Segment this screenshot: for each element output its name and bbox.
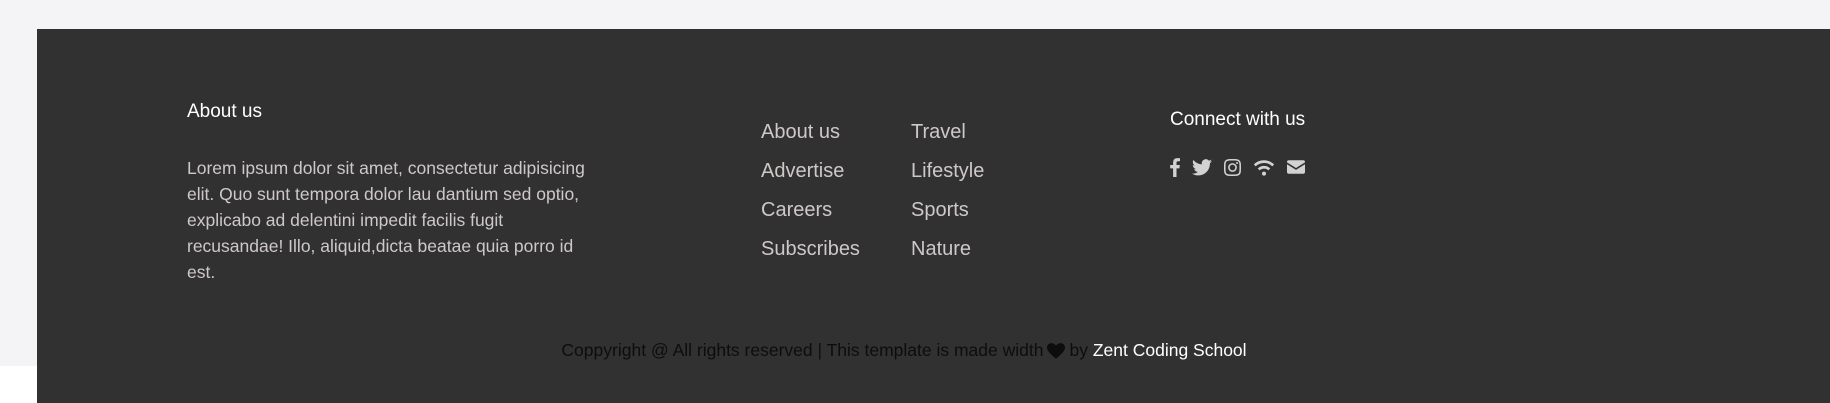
instagram-icon[interactable]	[1224, 156, 1241, 178]
footer-link-lifestyle[interactable]: Lifestyle	[911, 152, 984, 191]
footer-link-advertise[interactable]: Advertise	[761, 152, 860, 191]
about-heading: About us	[187, 101, 262, 122]
about-text: Lorem ipsum dolor sit amet, consectetur …	[187, 158, 585, 282]
footer-link-sports[interactable]: Sports	[911, 191, 984, 230]
rss-wifi-icon[interactable]	[1253, 156, 1275, 178]
connect-heading: Connect with us	[1170, 109, 1306, 130]
author-link[interactable]: Zent Coding School	[1093, 340, 1247, 360]
site-footer: About us Lorem ipsum dolor sit amet, con…	[37, 29, 1830, 403]
envelope-icon[interactable]	[1287, 156, 1305, 178]
social-links	[1170, 156, 1305, 178]
heart-icon	[1047, 343, 1066, 359]
facebook-icon[interactable]	[1170, 156, 1180, 178]
twitter-icon[interactable]	[1192, 156, 1212, 178]
footer-link-about-us[interactable]: About us	[761, 113, 860, 152]
footer-links-column-2: Travel Lifestyle Sports Nature	[911, 113, 984, 269]
copyright-text: Coppyright @ All rights reserved | This …	[561, 340, 1044, 360]
footer-link-subscribes[interactable]: Subscribes	[761, 230, 860, 269]
footer-link-nature[interactable]: Nature	[911, 230, 984, 269]
footer-links-column-1: About us Advertise Careers Subscribes	[761, 113, 860, 269]
copyright-line: Coppyright @ All rights reserved | This …	[37, 339, 1771, 361]
copyright-by: by	[1069, 340, 1088, 360]
footer-link-travel[interactable]: Travel	[911, 113, 984, 152]
footer-link-careers[interactable]: Careers	[761, 191, 860, 230]
